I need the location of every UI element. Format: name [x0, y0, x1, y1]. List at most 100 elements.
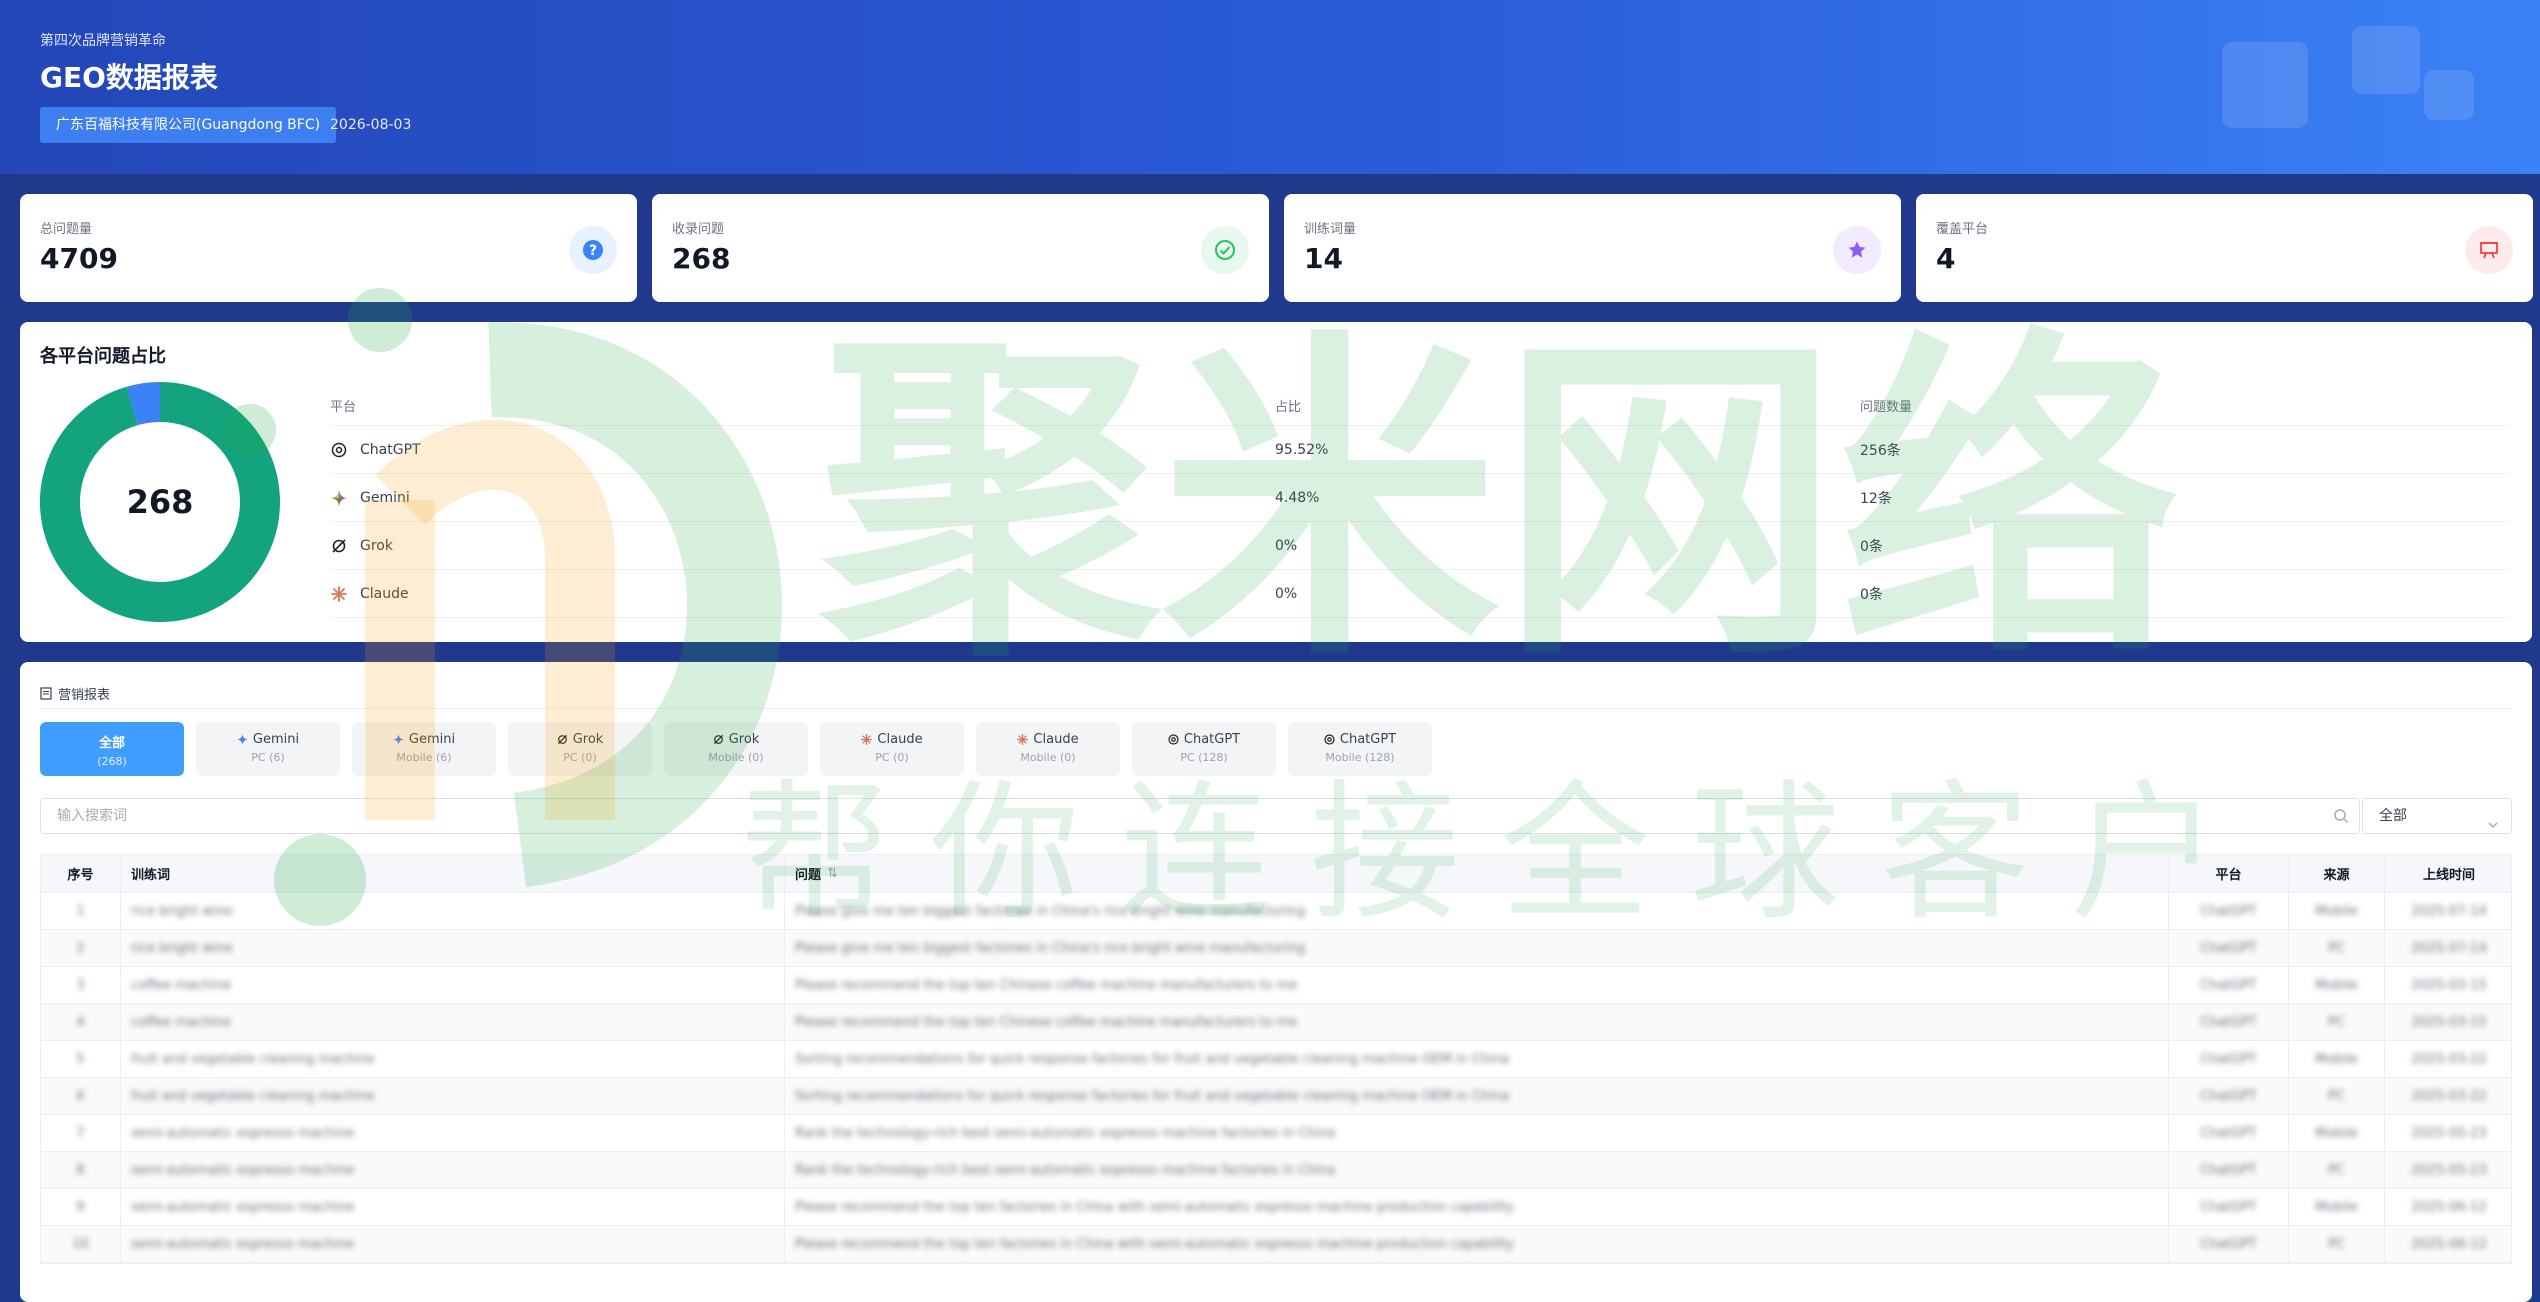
tab-count: PC (0) [563, 751, 597, 764]
table-row[interactable]: 8 semi-automatic espresso machine Rank the… [41, 1152, 2511, 1189]
tab-label: Grok [572, 732, 604, 747]
stat-label: 总问题量 [40, 222, 93, 237]
row-platform-cell: ChatGPT [2169, 1152, 2289, 1188]
row-platform: ChatGPT [2200, 1199, 2257, 1215]
tab-chatgpt-mobile[interactable]: ChatGPT Mobile (128) [1288, 722, 1432, 776]
row-keyword-cell: rice bright wine [121, 930, 785, 966]
tab-chatgpt-pc[interactable]: ChatGPT PC (128) [1132, 722, 1276, 776]
row-platform: ChatGPT [2200, 1162, 2257, 1178]
row-keyword: semi-automatic espresso machine [131, 1125, 355, 1141]
tab-label: ChatGPT [1339, 732, 1397, 747]
share-pct: 95.52% [1275, 441, 1329, 458]
row-seq: 10 [72, 1236, 89, 1252]
row-time-cell: 2025-03-15 [2385, 967, 2513, 1003]
row-question-cell: Please give me ten biggest factories in … [785, 930, 2169, 966]
svg-text:?: ? [589, 243, 597, 259]
row-question: Please give me ten biggest factories in … [795, 940, 1306, 956]
row-source: Mobile [2315, 1199, 2358, 1215]
row-time-cell: 2025-07-14 [2385, 930, 2513, 966]
row-platform-cell: ChatGPT [2169, 1041, 2289, 1077]
tab-grok-pc[interactable]: Grok PC (0) [508, 722, 652, 776]
header-decoration [2424, 70, 2474, 120]
table-row[interactable]: 9 semi-automatic espresso machine Please r… [41, 1189, 2511, 1226]
stat-label: 收录问题 [672, 222, 725, 237]
row-time-cell: 2025-05-23 [2385, 1152, 2513, 1188]
row-source-cell: Mobile [2289, 967, 2385, 1003]
table-row[interactable]: 7 semi-automatic espresso machine Rank the… [41, 1115, 2511, 1152]
tab-count: PC (6) [251, 751, 285, 764]
row-platform-cell: ChatGPT [2169, 1189, 2289, 1225]
column-header-share: 占比 [1275, 400, 1302, 415]
row-time-cell: 2025-05-23 [2385, 1115, 2513, 1151]
row-keyword-cell: semi-automatic espresso machine [121, 1152, 785, 1188]
sort-icon[interactable]: ⇅ [827, 866, 838, 881]
row-platform-cell: ChatGPT [2169, 1004, 2289, 1040]
row-platform-cell: ChatGPT [2169, 930, 2289, 966]
tab-gemini-mobile[interactable]: Gemini Mobile (6) [352, 722, 496, 776]
filter-select[interactable]: 全部 [2362, 798, 2512, 834]
stat-card-platforms: 覆盖平台 4 [1916, 194, 2533, 302]
row-keyword: semi-automatic espresso machine [131, 1162, 355, 1178]
table-row[interactable]: 3 coffee machine Please recommend the top … [41, 967, 2511, 1004]
row-question-cell: Rank the technology-rich best semi-autom… [785, 1115, 2169, 1151]
row-seq: 6 [76, 1088, 85, 1104]
table-row[interactable]: 4 coffee machine Please recommend the top … [41, 1004, 2511, 1041]
gemini-icon [236, 734, 248, 745]
tab-all[interactable]: 全部 (268) [40, 722, 184, 776]
table-row[interactable]: 2 rice bright wine Please give me ten bigg… [41, 930, 2511, 967]
tab-count: (268) [97, 755, 127, 768]
report-date: 2026-08-03 [330, 117, 412, 133]
stat-value: 268 [672, 242, 731, 275]
platform-cell: Grok [330, 522, 393, 569]
table-header: 序号 训练词 问题 ⇅ 平台 来源 上线时间 [41, 855, 2511, 893]
tab-gemini-pc[interactable]: Gemini PC (6) [196, 722, 340, 776]
row-time-cell: 2025-03-22 [2385, 1041, 2513, 1077]
share-count: 12条 [1860, 490, 1892, 507]
column-header-platform: 平台 [2169, 855, 2289, 892]
tab-label: Grok [728, 732, 760, 747]
column-header-source: 来源 [2289, 855, 2385, 892]
column-header-question[interactable]: 问题 ⇅ [785, 855, 2169, 892]
tab-label: Gemini [252, 732, 300, 747]
platform-name: ChatGPT [360, 441, 421, 458]
platform-cell: ChatGPT [330, 426, 421, 473]
claude-icon [861, 734, 873, 745]
tab-grok-mobile[interactable]: Grok Mobile (0) [664, 722, 808, 776]
table-row[interactable]: 1 rice bright wine Please give me ten bigg… [41, 893, 2511, 930]
table-row[interactable]: 6 fruit and vegetable cleaning machine Sor… [41, 1078, 2511, 1115]
row-platform: ChatGPT [2200, 1014, 2257, 1030]
tab-count: PC (0) [875, 751, 909, 764]
row-time: 2025-03-15 [2411, 977, 2487, 993]
share-pct: 0% [1275, 585, 1298, 602]
page-title: GEO数据报表 [40, 61, 218, 94]
row-time-cell: 2025-06-12 [2385, 1226, 2513, 1262]
row-question-cell: Please recommend the top ten Chinese cof… [785, 1004, 2169, 1040]
table-row[interactable]: 5 fruit and vegetable cleaning machine Sor… [41, 1041, 2511, 1078]
platform-name: Claude [360, 585, 409, 602]
report-title: 营销报表 [40, 684, 110, 703]
row-time: 2025-06-12 [2411, 1199, 2487, 1215]
company-button[interactable]: 广东百福科技有限公司(Guangdong BFC) [40, 107, 337, 143]
share-count: 0条 [1860, 538, 1883, 555]
search-icon[interactable] [2333, 808, 2349, 828]
stat-card-training-words: 训练词量 14 [1284, 194, 1901, 302]
chatgpt-icon [330, 441, 348, 459]
stat-value: 4 [1936, 242, 1956, 275]
platform-cell: Gemini [330, 474, 410, 521]
tab-claude-pc[interactable]: Claude PC (0) [820, 722, 964, 776]
gemini-icon [392, 734, 404, 745]
table-row[interactable]: 10 semi-automatic espresso machine Please … [41, 1226, 2511, 1263]
row-source-cell: PC [2289, 1152, 2385, 1188]
row-source: PC [2328, 1088, 2345, 1104]
search-input[interactable] [41, 799, 2321, 833]
page-header: 第四次品牌营销革命 GEO数据报表 广东百福科技有限公司(Guangdong B… [0, 0, 2540, 174]
row-source-cell: PC [2289, 930, 2385, 966]
row-keyword-cell: fruit and vegetable cleaning machine [121, 1078, 785, 1114]
row-keyword-cell: semi-automatic espresso machine [121, 1115, 785, 1151]
row-platform-cell: ChatGPT [2169, 1078, 2289, 1114]
stat-label: 训练词量 [1304, 222, 1357, 237]
row-time-cell: 2025-07-14 [2385, 893, 2513, 929]
tab-claude-mobile[interactable]: Claude Mobile (0) [976, 722, 1120, 776]
row-seq-cell: 10 [41, 1226, 121, 1262]
row-seq: 4 [76, 1014, 85, 1030]
